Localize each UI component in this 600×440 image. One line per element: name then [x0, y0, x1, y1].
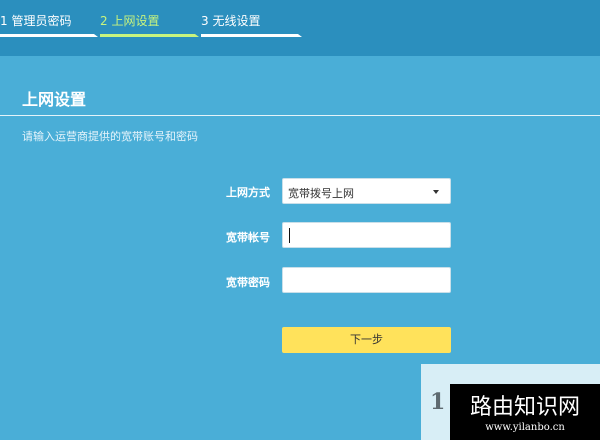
- step-label: 3 无线设置: [201, 14, 261, 28]
- step-progress-bar: [201, 34, 302, 37]
- title-divider: [0, 115, 600, 116]
- password-input[interactable]: [282, 267, 451, 293]
- watermark-logo: 路由知识网 www.yilanbo.cn: [450, 384, 600, 440]
- step-progress-bar: [100, 34, 199, 37]
- page-title: 上网设置: [22, 90, 87, 109]
- watermark-partial-text: 1: [430, 389, 446, 415]
- step-label: 2 上网设置: [100, 14, 160, 28]
- wizard-header: 1 管理员密码 2 上网设置 3 无线设置: [0, 0, 600, 56]
- step-progress-bar: [0, 34, 98, 37]
- connection-type-label: 上网方式: [226, 186, 270, 199]
- text-cursor: [289, 228, 290, 243]
- watermark-url: www.yilanbo.cn: [485, 422, 565, 433]
- connection-type-value: 宽带拨号上网: [288, 187, 354, 200]
- dropdown-arrow-icon: [433, 190, 439, 194]
- connection-type-select[interactable]: 宽带拨号上网: [282, 178, 451, 204]
- instruction-text: 请输入运营商提供的宽带账号和密码: [22, 130, 198, 143]
- password-label: 宽带密码: [226, 276, 270, 289]
- watermark-title: 路由知识网: [469, 395, 580, 420]
- step-admin-password[interactable]: 1 管理员密码: [0, 0, 98, 37]
- next-button[interactable]: 下一步: [282, 327, 451, 353]
- account-input[interactable]: [282, 222, 451, 248]
- step-internet-settings[interactable]: 2 上网设置: [100, 0, 199, 37]
- step-wireless-settings[interactable]: 3 无线设置: [201, 0, 302, 37]
- account-label: 宽带帐号: [226, 231, 270, 244]
- step-label: 1 管理员密码: [0, 14, 72, 28]
